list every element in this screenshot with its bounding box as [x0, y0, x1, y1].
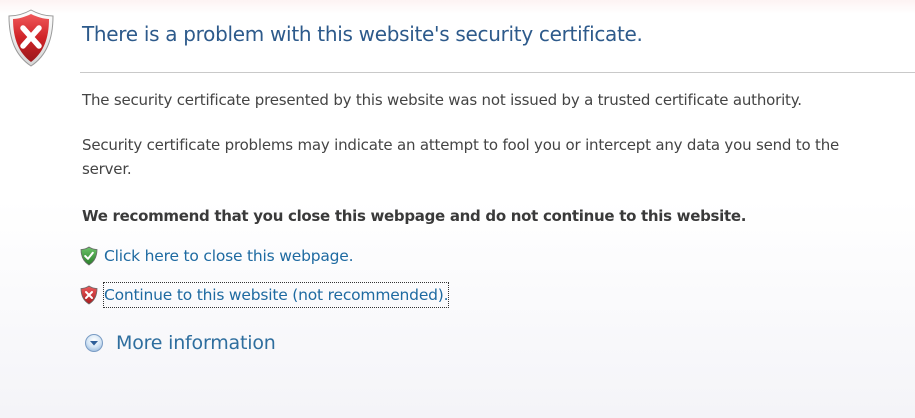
- more-information-label: More information: [116, 332, 276, 354]
- close-webpage-link[interactable]: Click here to close this webpage.: [104, 244, 354, 268]
- continue-website-action: Continue to this website (not recommende…: [80, 282, 450, 308]
- expand-chevron-icon[interactable]: [84, 333, 104, 353]
- shield-check-icon: [80, 246, 98, 266]
- page-title: There is a problem with this website's s…: [82, 22, 643, 46]
- title-divider: [80, 72, 915, 73]
- more-information-toggle[interactable]: More information: [84, 329, 276, 357]
- recommendation-text: We recommend that you close this webpage…: [82, 207, 747, 225]
- continue-website-link[interactable]: Continue to this website (not recommende…: [102, 282, 450, 308]
- shield-error-icon: [80, 285, 98, 305]
- close-webpage-action: Click here to close this webpage.: [80, 244, 354, 268]
- shield-error-icon: [8, 9, 54, 67]
- security-warning-text: Security certificate problems may indica…: [82, 136, 840, 178]
- certificate-issue-text: The security certificate presented by th…: [82, 91, 802, 109]
